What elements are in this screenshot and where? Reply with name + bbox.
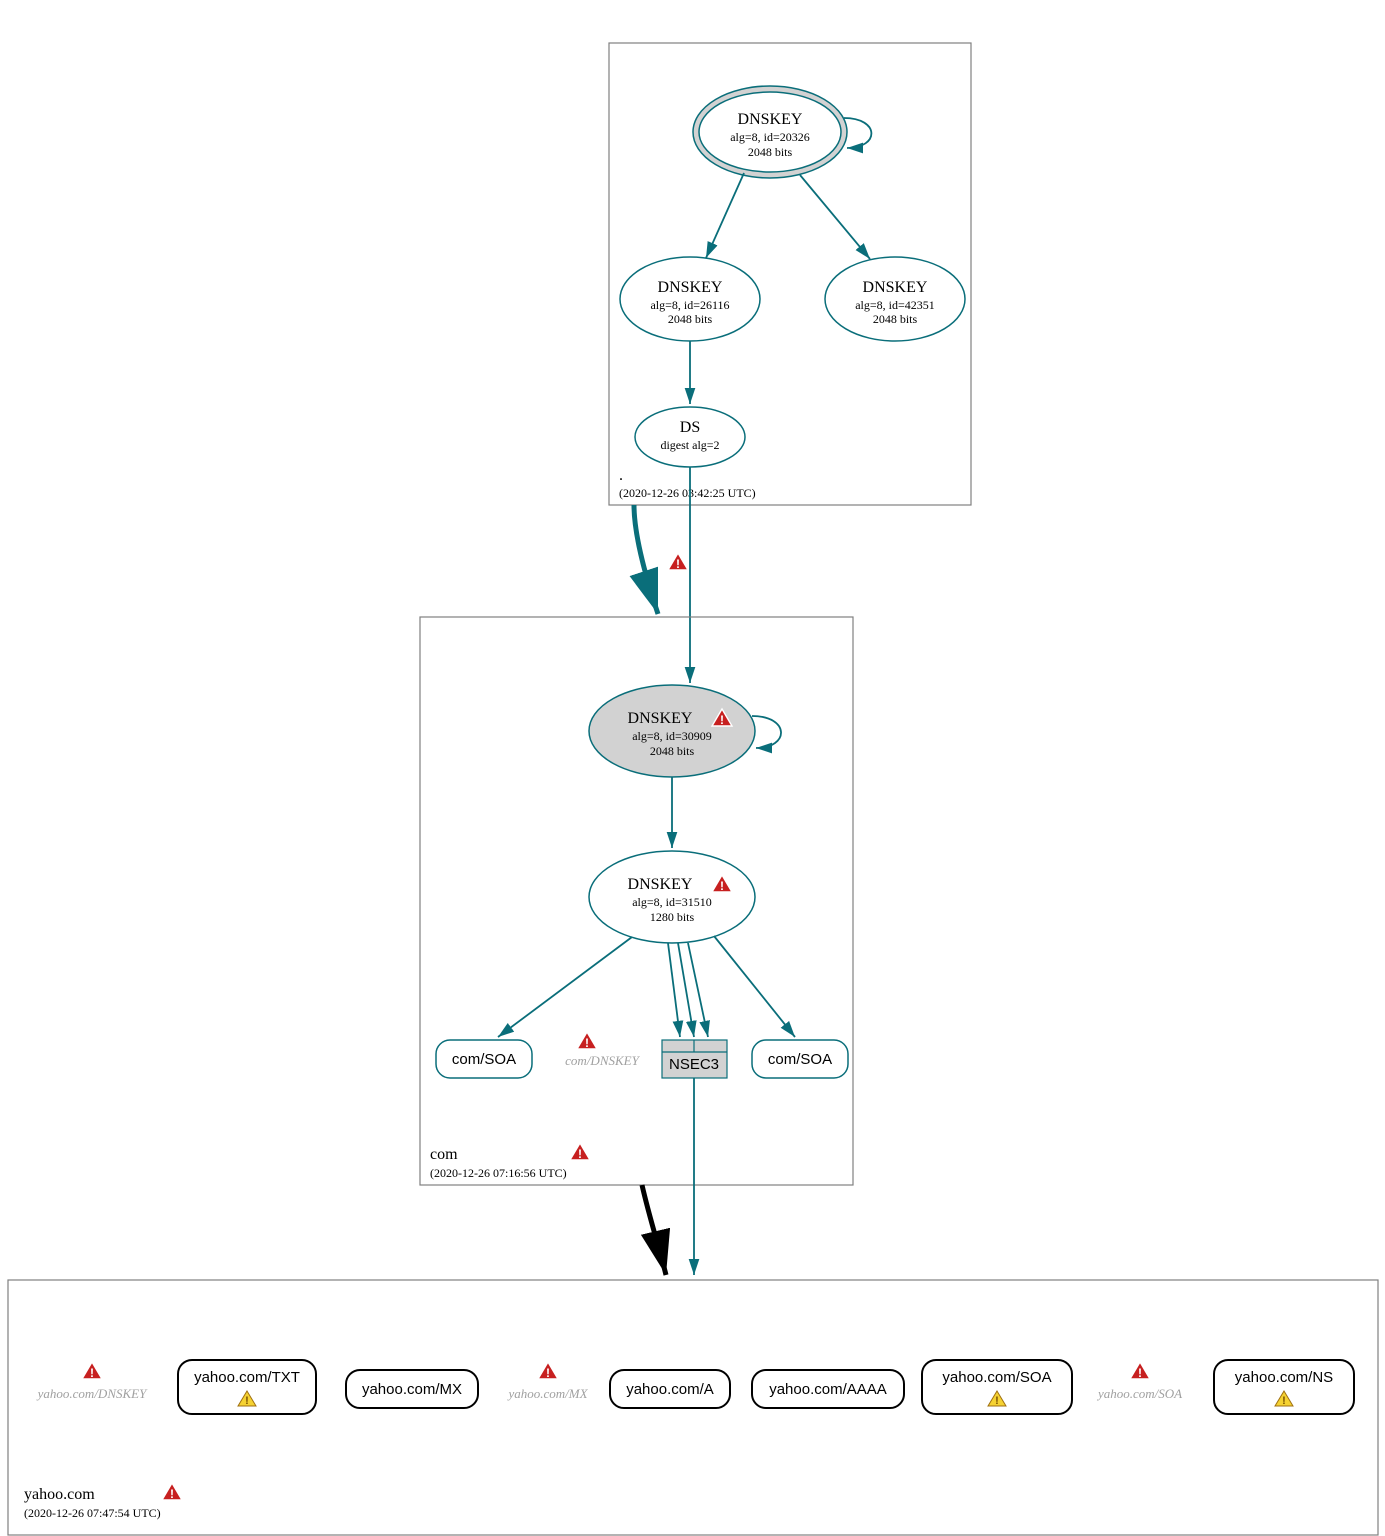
svg-text:yahoo.com/SOA: yahoo.com/SOA [942,1369,1051,1386]
zone-timestamp-root: (2020-12-26 03:42:25 UTC) [619,486,756,500]
svg-text:com/SOA: com/SOA [452,1051,516,1068]
self-loop-com-ksk [752,716,781,748]
warn-red-icon [668,553,688,571]
svg-text:2048 bits: 2048 bits [668,312,713,326]
edge-root-to-com-zone [634,505,658,614]
warn-red-icon [570,1143,590,1161]
node-line1: alg=8, id=20326 [730,130,810,144]
edge-com-to-yahoo-zone [642,1185,666,1275]
node-root-ds: DS digest alg=2 [635,407,745,467]
edge-com-zsk-soa2 [714,936,795,1037]
node-root-zsk1: DNSKEY alg=8, id=26116 2048 bits [620,257,760,341]
svg-text:yahoo.com/AAAA: yahoo.com/AAAA [769,1381,887,1398]
svg-text:2048 bits: 2048 bits [650,744,695,758]
node-com-dnskey-ghost: com/DNSKEY [565,1053,640,1068]
zone-label-yahoo: yahoo.com [24,1486,95,1503]
node-root-ksk: DNSKEY alg=8, id=20326 2048 bits [693,86,847,178]
node-yahoo-soa-ghost: yahoo.com/SOA [1096,1386,1182,1401]
svg-text:alg=8, id=42351: alg=8, id=42351 [855,298,935,312]
edge-com-zsk-soa1 [498,937,632,1037]
node-title: DNSKEY [738,111,803,128]
svg-text:DNSKEY: DNSKEY [658,279,723,296]
self-loop-root-ksk [844,118,871,148]
edge-root-ksk-zsk2 [800,175,870,259]
zone-timestamp-com: (2020-12-26 07:16:56 UTC) [430,1166,567,1180]
svg-text:DNSKEY: DNSKEY [628,710,693,727]
edge-root-ksk-zsk1 [706,173,744,258]
zone-timestamp-yahoo: (2020-12-26 07:47:54 UTC) [24,1506,161,1520]
svg-text:alg=8, id=26116: alg=8, id=26116 [650,298,729,312]
node-com-zsk: DNSKEY alg=8, id=31510 1280 bits [589,851,755,943]
svg-text:DNSKEY: DNSKEY [863,279,928,296]
svg-text:yahoo.com/A: yahoo.com/A [626,1381,714,1398]
svg-text:yahoo.com/MX: yahoo.com/MX [362,1381,462,1398]
svg-text:com/SOA: com/SOA [768,1051,832,1068]
node-yahoo-dnskey-ghost: yahoo.com/DNSKEY [36,1386,148,1401]
warn-red-icon [1130,1362,1150,1380]
warn-red-icon [538,1362,558,1380]
svg-text:DS: DS [680,419,700,436]
svg-text:DNSKEY: DNSKEY [628,876,693,893]
zone-label-root: . [619,467,623,484]
node-root-zsk2: DNSKEY alg=8, id=42351 2048 bits [825,257,965,341]
node-line2: 2048 bits [748,145,793,159]
node-yahoo-mx-ghost: yahoo.com/MX [506,1386,588,1401]
node-nsec3: NSEC3 [662,1040,727,1078]
warn-red-icon [82,1362,102,1380]
svg-text:yahoo.com/NS: yahoo.com/NS [1235,1369,1333,1386]
node-com-ksk: DNSKEY alg=8, id=30909 2048 bits [589,685,755,777]
svg-text:1280 bits: 1280 bits [650,910,695,924]
svg-text:2048 bits: 2048 bits [873,312,918,326]
svg-text:NSEC3: NSEC3 [669,1056,719,1073]
warn-red-icon [577,1032,597,1050]
svg-text:yahoo.com/TXT: yahoo.com/TXT [194,1369,300,1386]
svg-text:digest alg=2: digest alg=2 [660,438,719,452]
svg-text:alg=8, id=31510: alg=8, id=31510 [632,895,712,909]
warn-red-icon [162,1483,182,1501]
zone-label-com: com [430,1146,458,1163]
svg-text:alg=8, id=30909: alg=8, id=30909 [632,729,712,743]
